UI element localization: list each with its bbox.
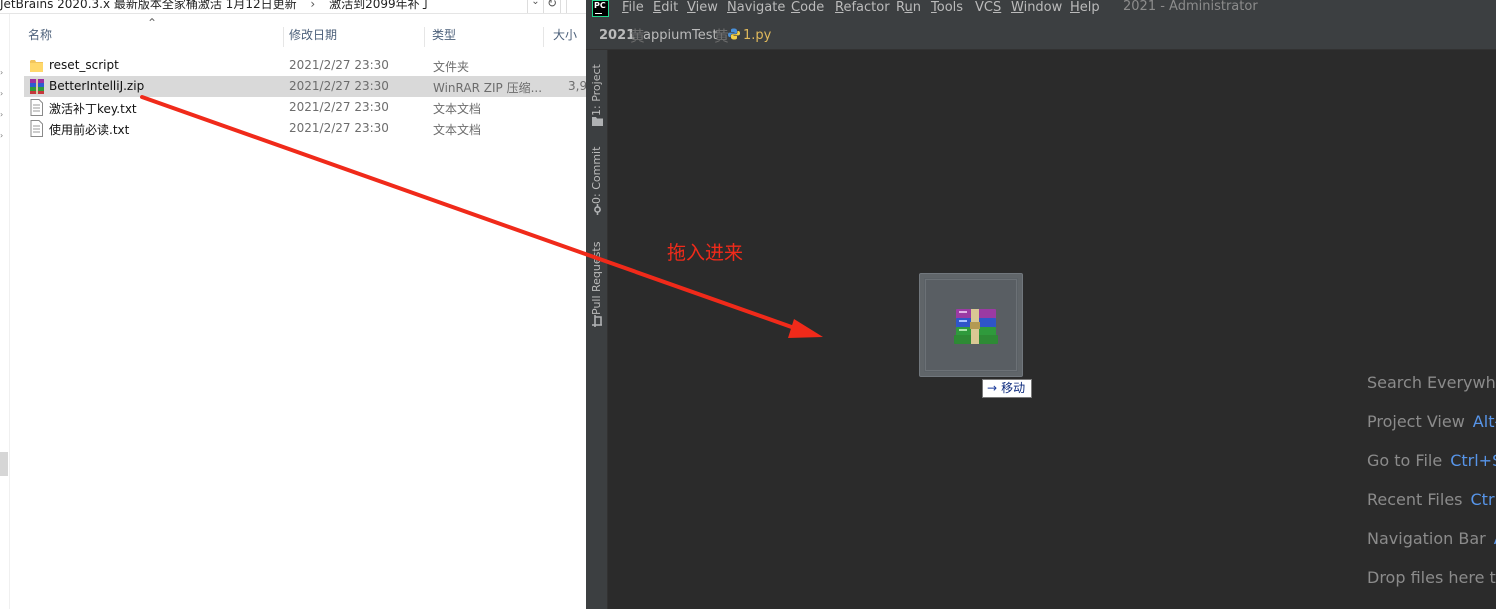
menu-help[interactable]: Help bbox=[1070, 0, 1100, 16]
menu-edit[interactable]: Edit bbox=[653, 0, 678, 16]
hint-label: Project View bbox=[1367, 412, 1465, 431]
file-type: WinRAR ZIP 压缩... bbox=[433, 81, 543, 95]
chevron-right-icon: ⻩ bbox=[714, 27, 730, 45]
hint-shortcut: Ctrl bbox=[1470, 490, 1496, 509]
tool-tab-label: 1: Project bbox=[590, 64, 603, 116]
column-header-type[interactable]: 类型 bbox=[424, 27, 544, 47]
winrar-icon bbox=[30, 79, 44, 94]
expand-arrow-icon[interactable]: › bbox=[0, 110, 8, 119]
editor-empty-area[interactable]: →移动 Search Everywhe Project View Alt- Go … bbox=[609, 51, 1496, 609]
drop-action-tooltip: → 移动 bbox=[982, 379, 1033, 398]
list-item[interactable]: 激活补丁key.txt 2021/2/27 23:30 文本文档 bbox=[24, 97, 586, 118]
hint-shortcut: Alt- bbox=[1472, 412, 1496, 431]
hint-label: Recent Files bbox=[1367, 490, 1463, 509]
file-type: 文本文档 bbox=[433, 123, 482, 137]
breadcrumb-item-parent[interactable]: JetBrains 2020.3.x 最新版本全家桶激活 1月12日更新 bbox=[0, 0, 297, 11]
breadcrumb-separator-icon: › bbox=[310, 0, 316, 11]
tool-tab-label: Pull Requests bbox=[590, 241, 603, 315]
search-input[interactable] bbox=[566, 0, 586, 13]
text-file-icon bbox=[30, 120, 43, 137]
annotation-text: 拖入进来 bbox=[667, 242, 744, 264]
file-explorer-window: JetBrains 2020.3.x 最新版本全家桶激活 1月12日更新 › 激… bbox=[0, 0, 586, 609]
menu-window[interactable]: Window bbox=[1011, 0, 1062, 16]
hint-search-everywhere: Search Everywhe bbox=[1367, 373, 1496, 392]
breadcrumb: JetBrains 2020.3.x 最新版本全家桶激活 1月12日更新 › 激… bbox=[0, 0, 432, 12]
hint-label: Go to File bbox=[1367, 451, 1443, 470]
tool-tab-label: 0: Commit bbox=[590, 146, 603, 204]
hint-go-to-file: Go to File Ctrl+S bbox=[1367, 451, 1496, 470]
expand-arrow-icon[interactable]: › bbox=[0, 68, 8, 77]
column-header-name[interactable]: 名称 bbox=[20, 27, 284, 47]
menu-file[interactable]: File bbox=[622, 0, 644, 16]
list-item[interactable]: 使用前必读.txt 2021/2/27 23:30 文本文档 bbox=[24, 118, 586, 139]
list-item[interactable]: reset_script 2021/2/27 23:30 文件夹 bbox=[24, 55, 586, 76]
hint-label: Search Everywhe bbox=[1367, 373, 1496, 392]
tool-tab-pull-requests[interactable]: Pull Requests bbox=[588, 237, 606, 329]
arrow-right-icon: → bbox=[987, 381, 998, 395]
file-date: 2021/2/27 23:30 bbox=[289, 100, 389, 114]
pycharm-window: PC File Edit View Navigate Code Refactor Run To… bbox=[586, 0, 1496, 609]
hint-drop-files: Drop files here to bbox=[1367, 568, 1496, 587]
tool-tab-project[interactable]: 1: Project bbox=[588, 58, 606, 130]
menu-view[interactable]: View bbox=[687, 0, 718, 16]
hint-navigation-bar: Navigation BarA bbox=[1367, 529, 1496, 548]
menu-run[interactable]: Run bbox=[896, 0, 921, 16]
navigation-bar: 2021 ⻩ appiumTest ⻩ 1.py bbox=[586, 20, 1496, 50]
drag-preview-inner bbox=[925, 279, 1017, 371]
folder-icon bbox=[30, 60, 43, 72]
file-name: 激活补丁key.txt bbox=[49, 102, 137, 116]
pull-request-icon bbox=[592, 315, 602, 327]
scrollbar-thumb[interactable] bbox=[0, 452, 8, 476]
breadcrumb-file[interactable]: 1.py bbox=[743, 28, 771, 43]
file-size: 3,9 bbox=[568, 79, 586, 93]
menu-navigate[interactable]: Navigate bbox=[727, 0, 785, 16]
hint-recent-files: Recent Files Ctrl bbox=[1367, 490, 1496, 509]
hint-shortcut: Ctrl+S bbox=[1450, 451, 1496, 470]
address-bar[interactable]: JetBrains 2020.3.x 最新版本全家桶激活 1月12日更新 › 激… bbox=[0, 0, 586, 14]
file-date: 2021/2/27 23:30 bbox=[289, 121, 389, 135]
tool-tab-commit[interactable]: 0: Commit bbox=[588, 146, 606, 218]
breadcrumb-item-current[interactable]: 激活到2099年补丁 bbox=[329, 0, 432, 11]
column-headers: ⌃ 名称 修改日期 类型 大小 bbox=[10, 16, 586, 50]
chevron-down-icon[interactable]: ⌄ bbox=[527, 0, 543, 13]
menu-vcs[interactable]: VCS bbox=[975, 0, 1001, 16]
file-name: 使用前必读.txt bbox=[49, 123, 130, 137]
refresh-icon[interactable]: ↻ bbox=[543, 0, 561, 13]
hint-project-view: Project View Alt- bbox=[1367, 412, 1496, 431]
menu-refactor[interactable]: Refactor bbox=[835, 0, 890, 16]
file-date: 2021/2/27 23:30 bbox=[289, 79, 389, 93]
column-header-date[interactable]: 修改日期 bbox=[281, 27, 425, 47]
file-name: reset_script bbox=[49, 58, 119, 72]
pycharm-logo-icon: PC bbox=[592, 0, 609, 17]
window-title: 2021 - Administrator bbox=[1123, 0, 1258, 14]
file-type: 文件夹 bbox=[433, 60, 470, 74]
hint-label: Navigation Bar bbox=[1367, 529, 1486, 548]
file-date: 2021/2/27 23:30 bbox=[289, 58, 389, 72]
file-type: 文本文档 bbox=[433, 102, 482, 116]
commit-icon bbox=[594, 204, 601, 215]
expand-arrow-icon[interactable]: › bbox=[0, 89, 8, 98]
navigation-pane: › › › › bbox=[0, 14, 10, 609]
python-file-icon bbox=[728, 28, 740, 40]
column-header-size[interactable]: 大小 bbox=[545, 27, 586, 47]
logo-text: PC bbox=[594, 1, 606, 10]
expand-arrow-icon[interactable]: › bbox=[0, 131, 8, 140]
hint-label: Drop files here to bbox=[1367, 568, 1496, 587]
text-file-icon bbox=[30, 99, 43, 116]
drag-preview bbox=[919, 273, 1023, 377]
list-item-selected[interactable]: BetterIntelliJ.zip 2021/2/27 23:30 WinRA… bbox=[24, 76, 586, 97]
file-name: BetterIntelliJ.zip bbox=[49, 79, 145, 93]
drop-action-label: 移动 bbox=[1001, 381, 1026, 395]
winrar-icon bbox=[954, 309, 998, 344]
menu-code[interactable]: Code bbox=[791, 0, 824, 16]
menu-tools[interactable]: Tools bbox=[931, 0, 963, 16]
folder-icon bbox=[592, 117, 603, 126]
breadcrumb-folder[interactable]: appiumTest bbox=[643, 28, 718, 43]
tool-window-strip: 1: Project 0: Commit Pull Requests bbox=[586, 50, 608, 609]
menu-bar: PC File Edit View Navigate Code Refactor Run To… bbox=[586, 0, 1496, 20]
